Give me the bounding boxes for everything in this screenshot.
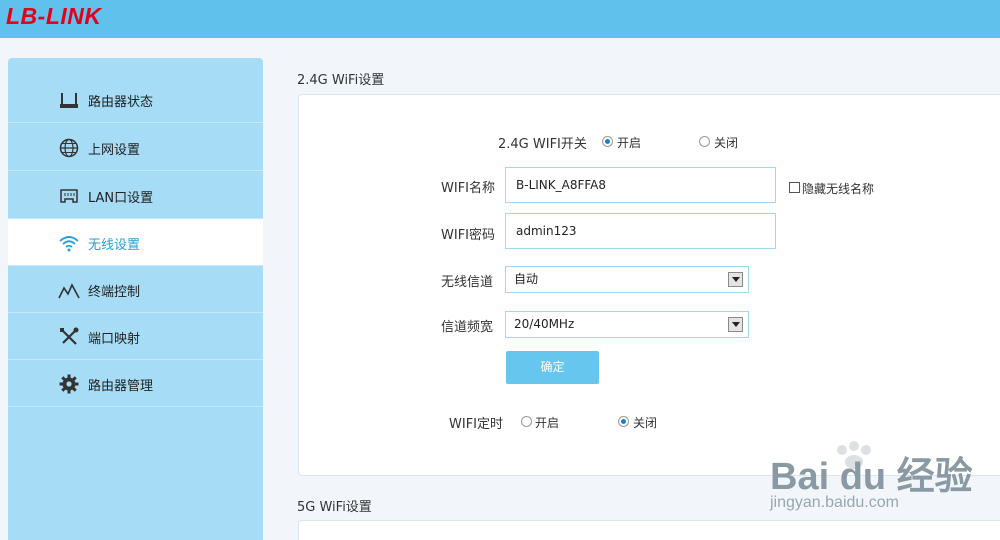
wifi-5g-panel bbox=[298, 520, 1000, 540]
wifi-timer-off-radio[interactable] bbox=[618, 416, 629, 427]
sidebar-item-internet[interactable]: 上网设置 bbox=[8, 124, 263, 171]
chevron-down-icon bbox=[728, 272, 743, 287]
wifi-icon bbox=[59, 236, 79, 252]
channel-label: 无线信道 bbox=[441, 275, 494, 290]
wifi-switch-on-radio[interactable] bbox=[602, 136, 613, 147]
wifi-timer-on-label: 开启 bbox=[535, 416, 560, 430]
confirm-button[interactable]: 确定 bbox=[506, 351, 599, 384]
sidebar-item-router-management[interactable]: 路由器管理 bbox=[8, 360, 263, 407]
hide-ssid-checkbox[interactable] bbox=[789, 182, 800, 193]
sidebar-item-label: 上网设置 bbox=[88, 143, 141, 158]
wifi-switch-off-label: 关闭 bbox=[714, 136, 739, 150]
sidebar-item-lan[interactable]: LAN口设置 bbox=[8, 172, 263, 219]
hide-ssid-label: 隐藏无线名称 bbox=[802, 182, 875, 196]
globe-icon bbox=[59, 138, 79, 158]
wifi-timer-on-radio[interactable] bbox=[521, 416, 532, 427]
router-icon bbox=[60, 93, 78, 108]
sidebar-item-label: 无线设置 bbox=[88, 238, 141, 253]
sidebar-item-port-mapping[interactable]: 端口映射 bbox=[8, 313, 263, 360]
bandwidth-label: 信道频宽 bbox=[441, 320, 494, 335]
baidu-watermark-url: jingyan.baidu.com bbox=[770, 494, 899, 511]
wifi-switch-off-radio[interactable] bbox=[699, 136, 710, 147]
sidebar: 路由器状态 上网设置 LAN口设置 无线设置 终端控制 端口映射 路由器管理 bbox=[8, 58, 263, 540]
wifi-timer-off-label: 关闭 bbox=[633, 416, 658, 430]
wifi-name-label: WIFI名称 bbox=[441, 181, 495, 196]
sidebar-item-terminal-control[interactable]: 终端控制 bbox=[8, 266, 263, 313]
tools-icon bbox=[60, 327, 79, 345]
sidebar-item-wireless[interactable]: 无线设置 bbox=[8, 219, 263, 266]
section-title-2g: 2.4G WiFi设置 bbox=[297, 73, 385, 88]
wifi-switch-label: 2.4G WIFI开关 bbox=[498, 137, 587, 152]
sidebar-item-label: 路由器管理 bbox=[88, 379, 154, 394]
gear-icon bbox=[59, 374, 79, 394]
lan-port-icon bbox=[60, 189, 78, 203]
bandwidth-select-value: 20/40MHz bbox=[514, 317, 575, 331]
brand-logo: LB-LINK bbox=[6, 3, 102, 29]
wifi-timer-label: WIFI定时 bbox=[449, 417, 503, 432]
sidebar-item-label: LAN口设置 bbox=[88, 191, 154, 206]
terminal-control-icon bbox=[58, 283, 80, 299]
wifi-password-input[interactable]: admin123 bbox=[505, 213, 776, 249]
wifi-name-input[interactable]: B-LINK_A8FFA8 bbox=[505, 167, 776, 203]
sidebar-item-label: 端口映射 bbox=[88, 332, 141, 347]
wifi-switch-on-label: 开启 bbox=[617, 136, 642, 150]
chevron-down-icon bbox=[728, 317, 743, 332]
top-bar: LB-LINK bbox=[0, 0, 1000, 38]
sidebar-item-label: 路由器状态 bbox=[88, 95, 154, 110]
section-title-5g: 5G WiFi设置 bbox=[297, 500, 372, 515]
baidu-watermark: Bai du 经验 bbox=[770, 456, 973, 498]
bandwidth-select[interactable]: 20/40MHz bbox=[505, 311, 749, 338]
channel-select-value: 自动 bbox=[514, 272, 539, 286]
wifi-password-label: WIFI密码 bbox=[441, 228, 495, 243]
sidebar-item-label: 终端控制 bbox=[88, 285, 141, 300]
channel-select[interactable]: 自动 bbox=[505, 266, 749, 293]
sidebar-item-router-status[interactable]: 路由器状态 bbox=[8, 76, 263, 123]
